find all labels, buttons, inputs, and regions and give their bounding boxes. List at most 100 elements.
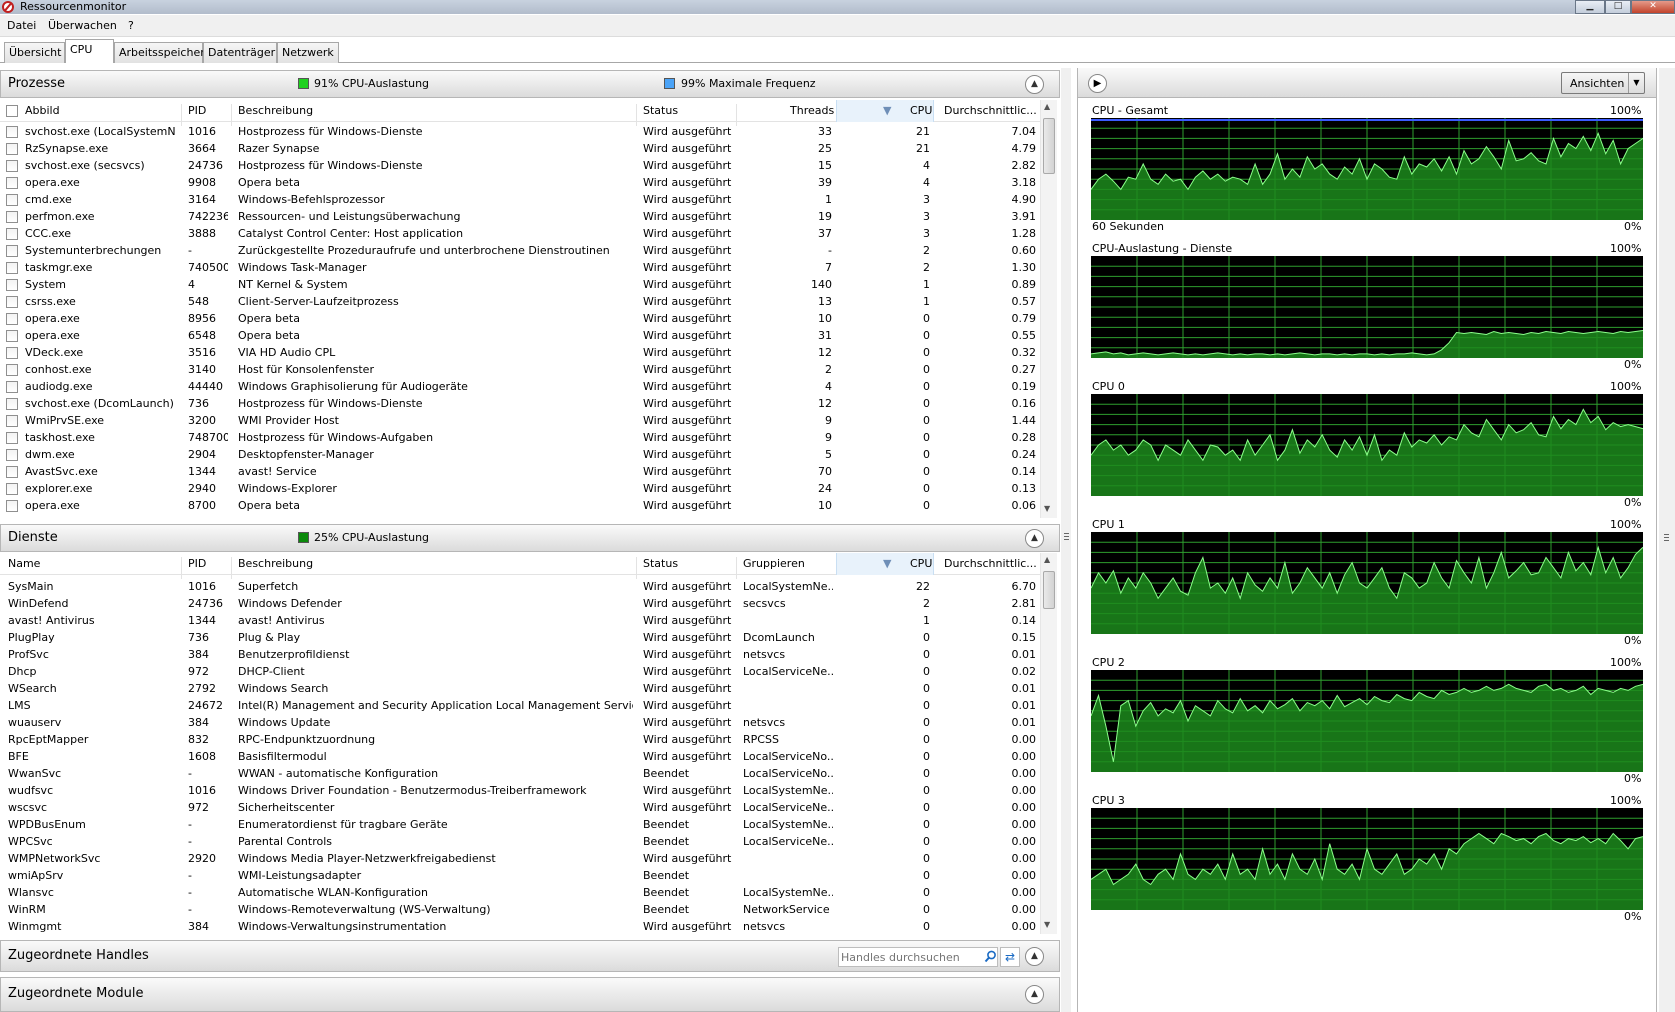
process-checkbox[interactable]	[6, 262, 18, 274]
col-beschreibung[interactable]: Beschreibung	[238, 104, 313, 117]
process-row[interactable]: RzSynapse.exe 3664 Razer Synapse Wird ausge…	[0, 140, 1043, 157]
scroll-down-icon[interactable]: ▼	[1044, 920, 1050, 929]
service-row[interactable]: WSearch 2792 Windows Search Wird ausgeführt…	[0, 680, 1043, 697]
chevron-up-icon[interactable]: ▲	[1025, 947, 1044, 966]
service-row[interactable]: LMS 24672 Intel(R) Management and Security…	[0, 697, 1043, 714]
process-checkbox[interactable]	[6, 245, 18, 257]
process-checkbox[interactable]	[6, 313, 18, 325]
col-durchschnitt[interactable]: Durchschnittlic...	[944, 104, 1037, 117]
services-header[interactable]: Dienste 25% CPU-Auslastung ▲	[0, 524, 1060, 552]
process-row[interactable]: svchost.exe (LocalSystemNet... 1016 Hostpr…	[0, 123, 1043, 140]
process-checkbox[interactable]	[6, 483, 18, 495]
process-checkbox[interactable]	[6, 347, 18, 359]
process-checkbox[interactable]	[6, 279, 18, 291]
service-row[interactable]: WMPNetworkSvc 2920 Windows Media Player-Ne…	[0, 850, 1043, 867]
process-row[interactable]: taskmgr.exe 740500 Windows Task-Manager Wir…	[0, 259, 1043, 276]
service-row[interactable]: wscsvc 972 Sicherheitscenter Wird ausgeführ…	[0, 799, 1043, 816]
process-row[interactable]: opera.exe 6548 Opera beta Wird ausgeführt 31…	[0, 327, 1043, 344]
process-row[interactable]: opera.exe 8700 Opera beta Wird ausgeführt 10…	[0, 497, 1043, 514]
tab-uebersicht[interactable]: Übersicht	[4, 42, 65, 63]
process-checkbox[interactable]	[6, 398, 18, 410]
process-row[interactable]: AvastSvc.exe 1344 avast! Service Wird ausge…	[0, 463, 1043, 480]
scroll-up-icon[interactable]: ▲	[1044, 555, 1050, 564]
process-checkbox[interactable]	[6, 194, 18, 206]
service-row[interactable]: WwanSvc - WWAN - automatische Konfiguratio…	[0, 765, 1043, 782]
process-checkbox[interactable]	[6, 126, 18, 138]
close-button[interactable]: ✕	[1631, 0, 1675, 14]
process-row[interactable]: System 4 NT Kernel & System Wird ausgeführt…	[0, 276, 1043, 293]
process-checkbox[interactable]	[6, 500, 18, 512]
select-all-checkbox[interactable]	[6, 105, 18, 117]
graphs-pane-splitter[interactable]	[1659, 68, 1675, 1012]
service-row[interactable]: BFE 1608 Basisfiltermodul Wird ausgeführt Lo…	[0, 748, 1043, 765]
process-row[interactable]: conhost.exe 3140 Host für Konsolenfenster W…	[0, 361, 1043, 378]
col-gruppieren[interactable]: Gruppieren	[743, 557, 805, 570]
service-row[interactable]: WinRM - Windows-Remoteverwaltung (WS-Verwa…	[0, 901, 1043, 918]
process-checkbox[interactable]	[6, 330, 18, 342]
service-row[interactable]: WinDefend 24736 Windows Defender Wird ausge…	[0, 595, 1043, 612]
pane-splitter[interactable]	[1061, 68, 1071, 1012]
process-row[interactable]: dwm.exe 2904 Desktopfenster-Manager Wird au…	[0, 446, 1043, 463]
views-dropdown-button[interactable]: Ansichten ▼	[1561, 72, 1645, 94]
process-checkbox[interactable]	[6, 228, 18, 240]
col-status[interactable]: Status	[643, 104, 678, 117]
menu-datei[interactable]: Datei	[7, 19, 36, 32]
refresh-icon[interactable]: ⇄	[1000, 947, 1020, 967]
process-row[interactable]: audiodg.exe 44440 Windows Graphisolierung …	[0, 378, 1043, 395]
arrow-right-icon[interactable]: ▶	[1088, 74, 1107, 93]
process-row[interactable]: CCC.exe 3888 Catalyst Control Center: Host…	[0, 225, 1043, 242]
service-row[interactable]: wudfsvc 1016 Windows Driver Foundation - B…	[0, 782, 1043, 799]
process-row[interactable]: Systemunterbrechungen - Zurückgestellte Pr…	[0, 242, 1043, 259]
handles-search-input[interactable]	[841, 949, 971, 965]
maximize-button[interactable]: □	[1605, 0, 1631, 14]
minimize-button[interactable]: ▁	[1575, 0, 1605, 14]
tab-datentraeger[interactable]: Datenträger	[203, 42, 277, 63]
col-beschreibung[interactable]: Beschreibung	[238, 557, 313, 570]
process-row[interactable]: perfmon.exe 742236 Ressourcen- und Leistun…	[0, 208, 1043, 225]
modules-header[interactable]: Zugeordnete Module ▲	[0, 977, 1060, 1012]
col-cpu[interactable]: CPU	[910, 557, 932, 570]
process-checkbox[interactable]	[6, 160, 18, 172]
process-checkbox[interactable]	[6, 143, 18, 155]
process-checkbox[interactable]	[6, 432, 18, 444]
process-row[interactable]: svchost.exe (DcomLaunch) 736 Hostprozess f…	[0, 395, 1043, 412]
process-row[interactable]: taskhost.exe 748700 Hostprozess für Window…	[0, 429, 1043, 446]
scroll-thumb[interactable]	[1043, 118, 1055, 174]
tab-cpu[interactable]: CPU	[65, 39, 114, 63]
service-row[interactable]: WPCSvc - Parental Controls Beendet LocalServ…	[0, 833, 1043, 850]
service-row[interactable]: PlugPlay 736 Plug & Play Wird ausgeführt Dco…	[0, 629, 1043, 646]
col-pid[interactable]: PID	[188, 557, 206, 570]
processes-header[interactable]: Prozesse 91% CPU-Auslastung 99% Maximale…	[0, 70, 1060, 98]
process-checkbox[interactable]	[6, 211, 18, 223]
scroll-up-icon[interactable]: ▲	[1044, 102, 1050, 111]
col-threads[interactable]: Threads	[790, 104, 834, 117]
service-row[interactable]: RpcEptMapper 832 RPC-Endpunktzuordnung Wird…	[0, 731, 1043, 748]
process-row[interactable]: cmd.exe 3164 Windows-Befehlsprozessor Wird …	[0, 191, 1043, 208]
col-abbild[interactable]: Abbild	[25, 104, 60, 117]
process-row[interactable]: opera.exe 8956 Opera beta Wird ausgeführt 10…	[0, 310, 1043, 327]
handles-search-box[interactable]	[838, 947, 998, 967]
col-durchschnitt[interactable]: Durchschnittlic...	[944, 557, 1037, 570]
search-icon[interactable]	[984, 950, 997, 963]
process-row[interactable]: csrss.exe 548 Client-Server-Laufzeitprozes…	[0, 293, 1043, 310]
process-checkbox[interactable]	[6, 381, 18, 393]
process-checkbox[interactable]	[6, 177, 18, 189]
service-row[interactable]: wmiApSrv - WMI-Leistungsadapter Beendet 0 0.0…	[0, 867, 1043, 884]
chevron-up-icon[interactable]: ▲	[1025, 985, 1044, 1004]
services-scrollbar[interactable]: ▲ ▼	[1040, 553, 1057, 934]
scroll-thumb[interactable]	[1043, 571, 1055, 609]
service-row[interactable]: WPDBusEnum - Enumeratordienst für tragbare…	[0, 816, 1043, 833]
process-checkbox[interactable]	[6, 364, 18, 376]
menu-help[interactable]: ?	[128, 19, 134, 32]
menu-ueberwachen[interactable]: Überwachen	[48, 19, 117, 32]
chevron-up-icon[interactable]: ▲	[1025, 529, 1044, 548]
col-name[interactable]: Name	[8, 557, 40, 570]
process-checkbox[interactable]	[6, 415, 18, 427]
chevron-up-icon[interactable]: ▲	[1025, 75, 1044, 94]
chevron-down-icon[interactable]: ▼	[1628, 73, 1644, 93]
service-row[interactable]: Dhcp 972 DHCP-Client Wird ausgeführt LocalSe…	[0, 663, 1043, 680]
process-checkbox[interactable]	[6, 449, 18, 461]
process-checkbox[interactable]	[6, 296, 18, 308]
tab-arbeitsspeicher[interactable]: Arbeitsspeicher	[114, 42, 205, 63]
service-row[interactable]: Winmgmt 384 Windows-Verwaltungsinstrumenta…	[0, 918, 1043, 934]
